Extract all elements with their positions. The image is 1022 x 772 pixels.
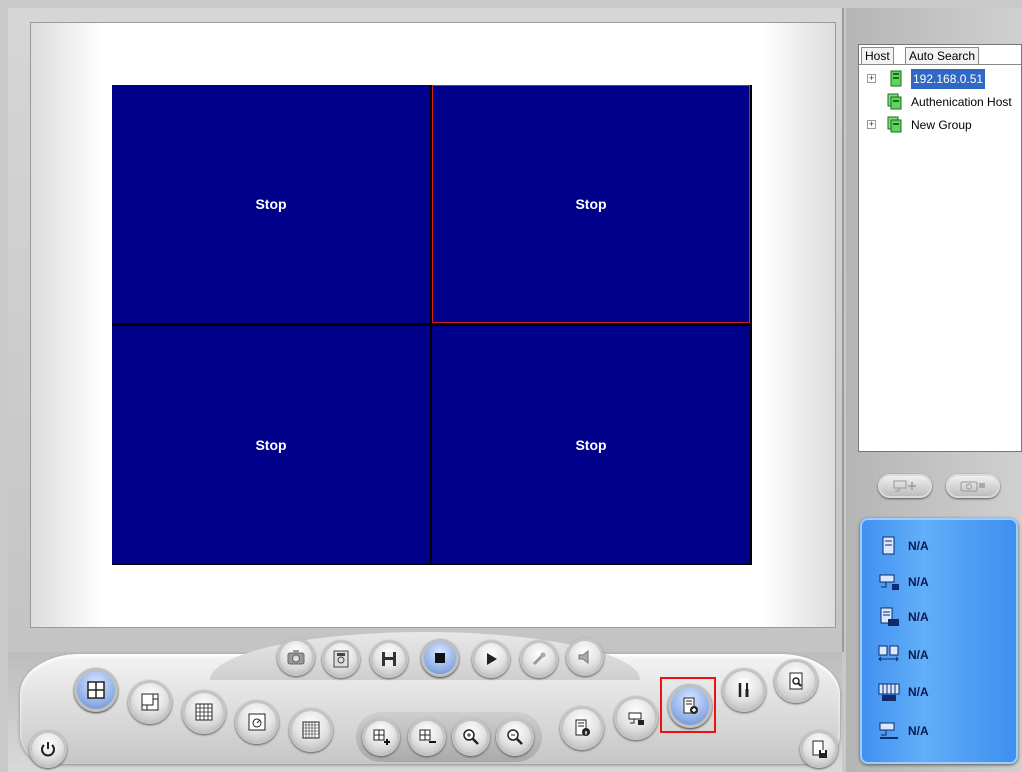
audio-button[interactable] <box>566 638 604 676</box>
remove-view-button[interactable] <box>408 718 446 756</box>
status-row-recording: N/A <box>878 719 929 743</box>
ip-icon <box>880 607 899 626</box>
camera-icon <box>879 574 899 590</box>
snapshot-pill-button[interactable] <box>946 474 1000 498</box>
status-panel: N/A N/A N/A N/A N/A N/A <box>860 518 1018 764</box>
video-cell-status: Stop <box>575 437 607 453</box>
zoom-in-icon <box>463 729 479 745</box>
status-row-network: N/A <box>878 643 929 667</box>
host-group-icon <box>887 116 902 133</box>
play-icon <box>487 653 497 665</box>
layout-quad-button[interactable] <box>74 668 118 712</box>
tree-item-authentication-host[interactable]: Authenication Host <box>859 92 1019 112</box>
play-button[interactable] <box>472 640 510 678</box>
status-network-value: N/A <box>908 648 929 662</box>
floppy-disk-icon <box>382 652 396 666</box>
expand-icon[interactable]: + <box>867 74 876 83</box>
host-info-button[interactable] <box>560 706 604 750</box>
save-layout-button[interactable] <box>800 730 838 768</box>
video-cell-2[interactable]: Stop <box>432 85 750 323</box>
tools-icon <box>738 683 749 697</box>
six-grid-icon <box>141 693 159 711</box>
nine-grid-icon <box>195 703 213 721</box>
grid-minus-icon <box>419 729 436 743</box>
tree-item-label: Authenication Host <box>911 95 1012 109</box>
layout-six-button[interactable] <box>128 680 172 724</box>
quad-grid-icon <box>87 681 105 699</box>
document-save-icon <box>812 740 827 758</box>
grid-plus-icon <box>373 729 390 745</box>
status-ip-value: N/A <box>908 610 929 624</box>
server-icon <box>890 70 902 87</box>
status-row-host: N/A <box>878 534 929 558</box>
tab-divider <box>859 64 1021 65</box>
tab-auto-search[interactable]: Auto Search <box>905 47 980 64</box>
layout-nine-button[interactable] <box>182 690 226 734</box>
status-row-fps: N/A <box>878 680 929 704</box>
video-cell-3[interactable]: Stop <box>112 326 430 564</box>
tree-item-label: 192.168.0.51 <box>911 69 986 89</box>
sequence-icon <box>248 713 266 731</box>
tree-item-new-group[interactable]: + New Group <box>859 115 1019 135</box>
status-row-camera: N/A <box>878 570 929 594</box>
status-camera-value: N/A <box>908 575 929 589</box>
expand-icon[interactable]: + <box>867 120 876 129</box>
video-cell-4[interactable]: Stop <box>432 326 750 564</box>
zoom-in-button[interactable] <box>452 718 490 756</box>
video-cell-status: Stop <box>255 196 287 212</box>
document-search-icon <box>789 672 803 690</box>
host-group-icon <box>887 93 902 110</box>
video-cell-status: Stop <box>255 437 287 453</box>
sixteen-grid-icon <box>302 721 320 739</box>
tab-host[interactable]: Host <box>861 47 894 64</box>
fps-icon <box>878 683 900 701</box>
stop-icon <box>435 653 445 663</box>
talk-button[interactable] <box>520 640 558 678</box>
server-icon <box>882 536 895 555</box>
camera-icon <box>287 650 305 665</box>
add-view-button[interactable] <box>362 718 400 756</box>
zoom-out-button[interactable] <box>496 718 534 756</box>
microphone-icon <box>532 652 546 666</box>
zoom-out-icon <box>507 729 523 745</box>
ptz-camera-icon <box>893 480 916 492</box>
speaker-icon <box>578 649 589 665</box>
power-icon <box>41 742 55 757</box>
settings-button[interactable] <box>722 668 766 712</box>
selection-highlight <box>660 677 716 733</box>
snapshot-button[interactable] <box>277 638 315 676</box>
surveillance-camera-icon <box>628 712 644 725</box>
record-camera-icon <box>879 722 898 739</box>
stop-button[interactable] <box>421 639 459 677</box>
host-info-icon <box>575 719 590 736</box>
status-host-value: N/A <box>908 539 929 553</box>
camera-icon <box>960 481 985 492</box>
layout-sequence-button[interactable] <box>235 700 279 744</box>
layout-sixteen-button[interactable] <box>289 708 333 752</box>
host-tree-panel: Host Auto Search + 192.168.0.51 Authenic… <box>858 44 1022 452</box>
video-cell-1[interactable]: Stop <box>112 85 430 323</box>
camera-setup-button[interactable] <box>614 696 658 740</box>
video-grid: Stop Stop Stop Stop <box>112 85 752 565</box>
tab-host-label: Host <box>865 49 890 63</box>
tree-item-label: New Group <box>911 118 972 132</box>
status-recording-value: N/A <box>908 724 929 738</box>
tab-auto-search-label: Auto Search <box>909 49 976 63</box>
network-icon <box>878 645 899 662</box>
album-icon <box>333 650 349 668</box>
video-cell-status: Stop <box>575 196 607 212</box>
ptz-control-button[interactable] <box>878 474 932 498</box>
save-button[interactable] <box>370 640 408 678</box>
search-recording-button[interactable] <box>774 659 818 703</box>
photo-album-button[interactable] <box>322 640 360 678</box>
status-row-ip: N/A <box>878 605 929 629</box>
power-button[interactable] <box>29 730 67 768</box>
tree-item-host[interactable]: + 192.168.0.51 <box>859 69 1019 89</box>
status-fps-value: N/A <box>908 685 929 699</box>
